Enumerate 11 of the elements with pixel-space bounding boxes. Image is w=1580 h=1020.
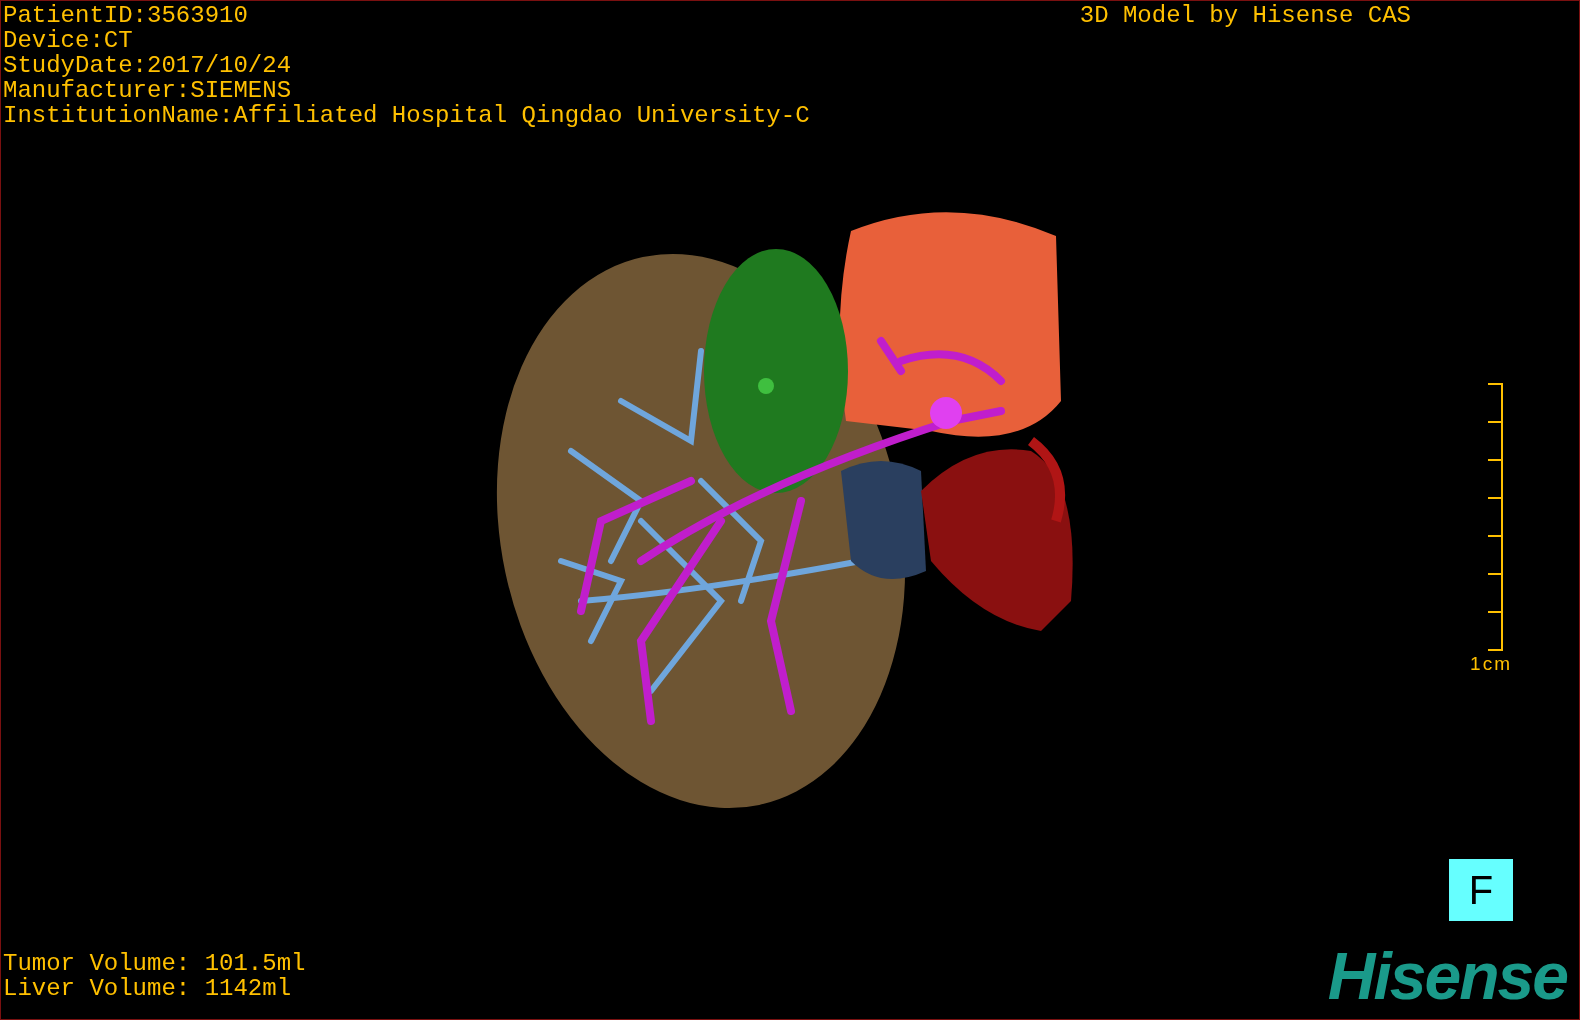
orientation-marker: F — [1449, 859, 1513, 921]
brand-logo: Hisense — [1327, 943, 1567, 1009]
study-info-line: Manufacturer:SIEMENS — [3, 78, 293, 103]
volume-reading: Liver Volume: 1142ml — [3, 976, 293, 1001]
volume-reading: Tumor Volume: 101.5ml — [3, 951, 306, 976]
model-caption: 3D Model by Hisense CAS — [1079, 3, 1411, 31]
study-info-line: PatientID:3563910 — [3, 3, 249, 28]
study-info-line: Device:CT — [3, 28, 134, 53]
study-info-line: InstitutionName:Affiliated Hospital Qingdao University-C — [3, 103, 810, 128]
scale-label: 1cm — [1470, 653, 1512, 675]
study-info-line: StudyDate:2017/10/24 — [3, 53, 293, 78]
